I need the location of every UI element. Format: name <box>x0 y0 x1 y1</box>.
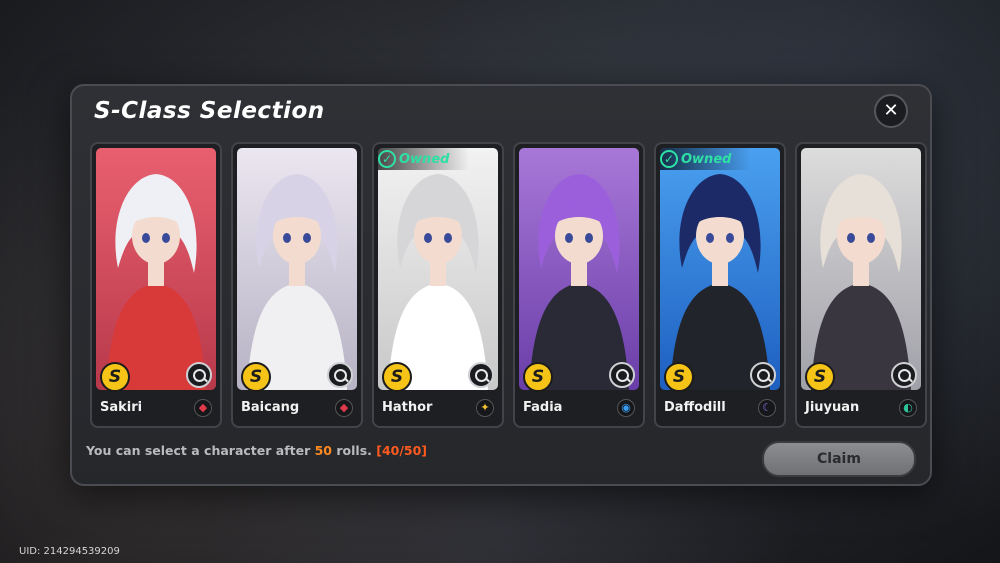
character-portrait <box>96 148 216 390</box>
character-card-hathor[interactable]: ✓ Owned S Hathor ✦ <box>372 142 504 428</box>
element-icon: ◐ <box>899 399 917 417</box>
info-prefix: You can select a character after <box>86 443 315 458</box>
character-name: Daffodill <box>664 400 726 415</box>
portrait-art <box>378 148 498 390</box>
s-rank-icon: S <box>241 362 271 392</box>
roll-requirement-text: You can select a character after 50 roll… <box>86 443 427 458</box>
character-card-jiuyuan[interactable]: S Jiuyuan ◐ <box>795 142 927 428</box>
magnifier-icon[interactable] <box>186 362 212 388</box>
character-card-daffodill[interactable]: ✓ Owned S Daffodill ☾ <box>654 142 786 428</box>
character-card-baicang[interactable]: S Baicang ◆ <box>231 142 363 428</box>
portrait-art <box>519 148 639 390</box>
portrait-art <box>660 148 780 390</box>
character-name: Sakiri <box>100 400 143 415</box>
character-name: Hathor <box>382 400 433 415</box>
character-name: Jiuyuan <box>805 400 860 415</box>
character-portrait <box>519 148 639 390</box>
magnifier-icon[interactable] <box>750 362 776 388</box>
portrait-art <box>96 148 216 390</box>
element-icon: ◉ <box>617 399 635 417</box>
s-rank-icon: S <box>805 362 835 392</box>
element-icon: ✦ <box>476 399 494 417</box>
owned-badge: ✓ Owned <box>660 148 752 170</box>
claim-button[interactable]: Claim <box>762 441 916 477</box>
info-suffix: rolls. <box>332 443 377 458</box>
portrait-art <box>801 148 921 390</box>
character-card-fadia[interactable]: S Fadia ◉ <box>513 142 645 428</box>
magnifier-icon[interactable] <box>609 362 635 388</box>
owned-label: Owned <box>399 151 450 167</box>
portrait-art <box>237 148 357 390</box>
character-card-list: S Sakiri ◆ S Baicang ◆ ✓ Owned S Hathor ✦ S Fadia ◉ ✓ O… <box>90 142 927 428</box>
selection-dialog: S-Class Selection ✕ S Sakiri ◆ S Baicang ◆ ✓ Ow… <box>70 84 932 486</box>
s-rank-icon: S <box>664 362 694 392</box>
s-rank-icon: S <box>523 362 553 392</box>
character-name: Fadia <box>523 400 563 415</box>
character-portrait <box>378 148 498 390</box>
roll-counter: [40/50] <box>376 443 428 458</box>
character-portrait <box>801 148 921 390</box>
character-portrait <box>660 148 780 390</box>
s-rank-icon: S <box>100 362 130 392</box>
magnifier-icon[interactable] <box>327 362 353 388</box>
required-rolls: 50 <box>314 443 333 458</box>
close-icon[interactable]: ✕ <box>874 94 908 128</box>
uid-label: UID: 214294539209 <box>19 546 120 557</box>
element-icon: ☾ <box>758 399 776 417</box>
owned-label: Owned <box>681 151 732 167</box>
element-icon: ◆ <box>335 399 353 417</box>
checkmark-icon: ✓ <box>660 150 678 168</box>
magnifier-icon[interactable] <box>891 362 917 388</box>
checkmark-icon: ✓ <box>378 150 396 168</box>
dialog-title: S-Class Selection <box>94 98 325 124</box>
element-icon: ◆ <box>194 399 212 417</box>
magnifier-icon[interactable] <box>468 362 494 388</box>
character-portrait <box>237 148 357 390</box>
character-name: Baicang <box>241 400 300 415</box>
character-card-sakiri[interactable]: S Sakiri ◆ <box>90 142 222 428</box>
owned-badge: ✓ Owned <box>378 148 470 170</box>
s-rank-icon: S <box>382 362 412 392</box>
